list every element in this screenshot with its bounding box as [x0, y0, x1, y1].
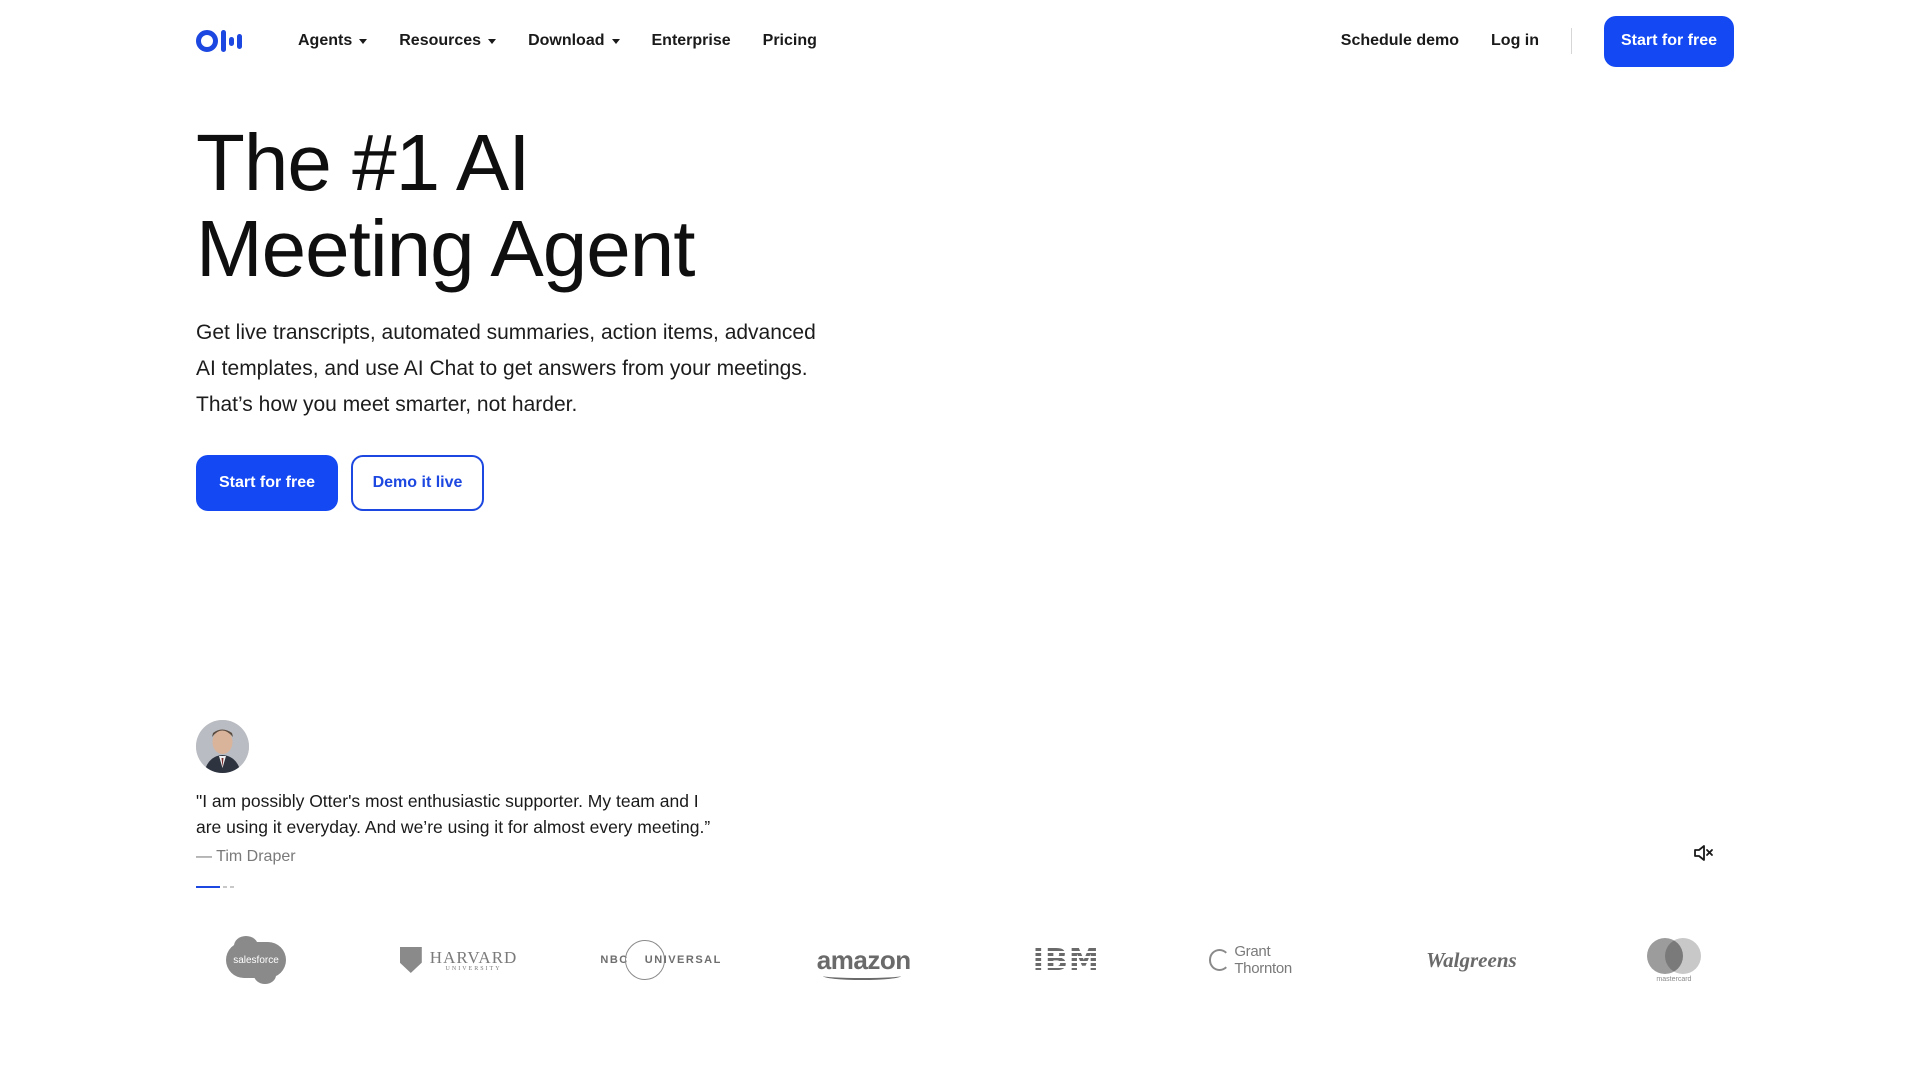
nbc-universal-logo: NBC UNIVERSAL: [600, 930, 722, 990]
testimonial-author: — Tim Draper: [196, 848, 296, 865]
harvard-logo: HARVARD UNIVERSITY: [399, 930, 519, 990]
nav-agents-label: Agents: [298, 32, 353, 49]
nav-divider: [1571, 28, 1572, 54]
logo-bar: [237, 33, 242, 49]
hero-subtitle-line: That’s how you meet smarter, not harder.: [196, 393, 578, 416]
log-in-link[interactable]: Log in: [1491, 32, 1539, 50]
mastercard-logo: mastercard: [1614, 930, 1734, 990]
hero-subtitle: Get live transcripts, automated summarie…: [196, 315, 896, 423]
speaker-muted-icon[interactable]: [1692, 842, 1714, 864]
schedule-demo-link[interactable]: Schedule demo: [1341, 32, 1459, 50]
otter-logo[interactable]: [196, 28, 254, 54]
nav-enterprise-label: Enterprise: [651, 32, 731, 49]
caret-down-icon: [488, 38, 497, 44]
logo-bar: [221, 30, 226, 52]
portrait-photo: [196, 720, 249, 773]
testimonial-pagination: [196, 886, 234, 888]
caret-down-icon: [611, 38, 620, 44]
amazon-logo: amazon: [804, 930, 924, 990]
slide-indicator[interactable]: [230, 886, 234, 888]
grant-thornton-ring-icon: [1208, 949, 1231, 971]
main-nav: Agents Resources Download Enterprise Pri…: [298, 32, 817, 50]
speaker-muted-glyph: [1694, 845, 1713, 861]
ibm-logo: IBM: [1006, 930, 1126, 990]
hero-title-line: The #1 AI: [196, 118, 530, 207]
customer-logos: salesforce HARVARD UNIVERSITY NBC UNIVER…: [196, 930, 1734, 990]
salesforce-logo: salesforce: [196, 930, 316, 990]
hero-subtitle-line: Get live transcripts, automated summarie…: [196, 321, 816, 344]
nav-resources[interactable]: Resources: [399, 32, 497, 50]
grant-thornton-logo: Grant Thornton: [1208, 930, 1329, 990]
walgreens-wordmark: Walgreens: [1426, 947, 1517, 972]
ibm-wordmark: IBM: [1032, 942, 1100, 978]
nav-agents[interactable]: Agents: [298, 32, 368, 50]
universal-wordmark: UNIVERSAL: [644, 954, 722, 966]
nav-pricing[interactable]: Pricing: [763, 32, 817, 50]
walgreens-logo: Walgreens: [1411, 930, 1531, 990]
quote-line: are using it everyday. And we’re using i…: [196, 817, 711, 837]
hero-title-line: Meeting Agent: [196, 204, 695, 293]
hero-start-free-button[interactable]: Start for free: [196, 455, 338, 511]
caret-down-icon: [359, 38, 368, 44]
amazon-wordmark: amazon: [816, 944, 911, 980]
logo-ring: [196, 30, 218, 52]
hero-subtitle-line: AI templates, and use AI Chat to get ans…: [196, 357, 808, 380]
demo-it-live-button[interactable]: Demo it live: [351, 455, 484, 511]
mastercard-wordmark: mastercard: [1656, 975, 1692, 983]
quote-line: "I am possibly Otter's most enthusiastic…: [196, 791, 699, 811]
mastercard-circles-icon: [1646, 937, 1701, 974]
top-navigation: Agents Resources Download Enterprise Pri…: [196, 0, 1734, 82]
salesforce-wordmark: salesforce: [233, 954, 279, 966]
nav-pricing-label: Pricing: [762, 32, 817, 49]
harvard-shield-icon: [399, 947, 422, 973]
nav-download[interactable]: Download: [528, 32, 620, 50]
logo-bar: [229, 36, 234, 46]
avatar: [196, 720, 249, 773]
hero-title: The #1 AI Meeting Agent: [196, 118, 695, 293]
header-start-free-button[interactable]: Start for free: [1604, 15, 1734, 67]
grant-thornton-wordmark: Grant Thornton: [1234, 943, 1292, 977]
nav-actions: Schedule demo Log in Start for free: [1309, 15, 1734, 67]
harvard-wordmark: HARVARD: [429, 947, 518, 967]
testimonial-quote: "I am possibly Otter's most enthusiastic…: [196, 788, 756, 840]
nav-enterprise[interactable]: Enterprise: [652, 32, 731, 50]
slide-indicator-active[interactable]: [196, 886, 220, 888]
hero-cta-group: Start for free Demo it live: [196, 455, 484, 511]
nav-resources-label: Resources: [399, 32, 482, 49]
slide-indicator[interactable]: [223, 886, 227, 888]
nav-download-label: Download: [528, 32, 605, 49]
